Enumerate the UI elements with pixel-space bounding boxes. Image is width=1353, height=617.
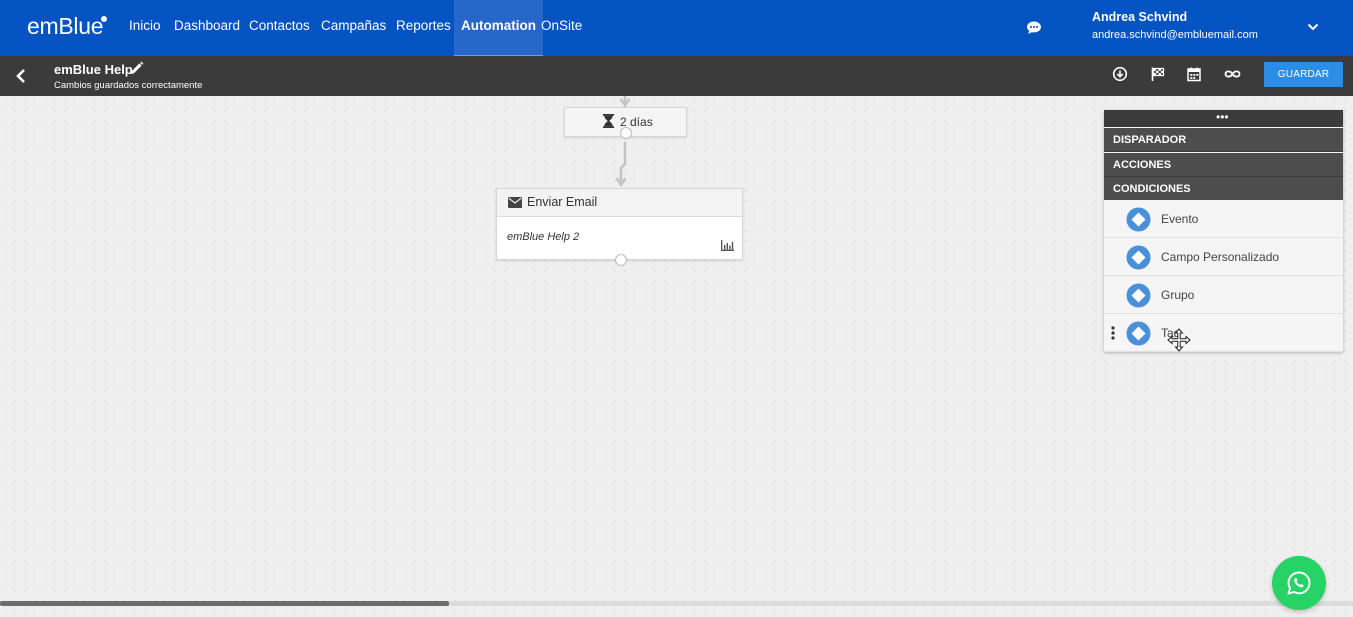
- user-email[interactable]: andrea.schvind@embluemail.com: [1092, 29, 1258, 41]
- section-disparador[interactable]: DISPARADOR: [1104, 128, 1343, 152]
- whatsapp-icon: [1287, 571, 1311, 595]
- email-output-port[interactable]: [615, 254, 627, 266]
- condition-item-campo-personalizado[interactable]: Campo Personalizado: [1104, 238, 1343, 276]
- nav-item-inicio[interactable]: Inicio: [129, 0, 161, 56]
- stats-icon[interactable]: [721, 240, 734, 251]
- envelope-icon: [508, 197, 522, 208]
- nav-item-onsite[interactable]: OnSite: [541, 0, 582, 56]
- nav-item-campanas[interactable]: Campañas: [321, 0, 386, 56]
- more-dots-icon: •••: [1216, 110, 1229, 124]
- flow-title: emBlue Help: [54, 62, 133, 77]
- section-condiciones[interactable]: CONDICIONES: [1104, 177, 1343, 201]
- whatsapp-button[interactable]: [1272, 556, 1326, 610]
- scrollbar-thumb[interactable]: [0, 601, 449, 606]
- nav-item-automation[interactable]: Automation: [454, 0, 543, 56]
- move-cursor-icon: [1167, 328, 1191, 352]
- wait-node[interactable]: 2 días: [564, 107, 687, 139]
- diamond-icon: [1126, 283, 1151, 308]
- email-node-campaign: emBlue Help 2: [507, 231, 580, 243]
- email-node[interactable]: Enviar Email emBlue Help 2: [496, 188, 743, 266]
- emblue-logo[interactable]: emBlue: [27, 13, 103, 40]
- nav-item-reportes[interactable]: Reportes: [396, 0, 451, 56]
- wait-output-port[interactable]: [620, 127, 632, 139]
- section-acciones[interactable]: ACCIONES: [1104, 153, 1343, 177]
- condition-item-tag[interactable]: Tag: [1104, 314, 1343, 352]
- drag-handle-icon[interactable]: [1111, 326, 1115, 340]
- infinity-icon[interactable]: [1223, 66, 1242, 82]
- chat-icon[interactable]: [1026, 20, 1042, 36]
- chevron-down-icon[interactable]: [1306, 20, 1320, 34]
- condition-label: Evento: [1161, 212, 1199, 226]
- calendar-icon[interactable]: [1186, 66, 1202, 82]
- logo-dot: [101, 16, 107, 22]
- horizontal-scrollbar[interactable]: [0, 601, 1353, 606]
- nav-item-dashboard[interactable]: Dashboard: [174, 0, 240, 56]
- diamond-icon: [1126, 321, 1151, 346]
- email-node-header: Enviar Email: [497, 189, 742, 217]
- download-icon[interactable]: [1112, 66, 1128, 82]
- condition-label: Campo Personalizado: [1161, 250, 1280, 264]
- nav-item-contactos[interactable]: Contactos: [249, 0, 310, 56]
- top-nav: emBlue Inicio Dashboard Contactos Campañ…: [0, 0, 1353, 56]
- diamond-icon: [1126, 245, 1151, 270]
- components-panel: ••• DISPARADOR ACCIONES CONDICIONES Even…: [1104, 110, 1343, 352]
- user-name[interactable]: Andrea Schvind: [1092, 10, 1187, 24]
- email-node-title: Enviar Email: [527, 195, 598, 209]
- diamond-icon: [1126, 207, 1151, 232]
- save-button[interactable]: GUARDAR: [1264, 62, 1343, 87]
- hourglass-icon: [603, 114, 614, 128]
- save-status: Cambios guardados correctamente: [54, 80, 203, 91]
- condition-label: Grupo: [1161, 288, 1195, 302]
- condition-item-grupo[interactable]: Grupo: [1104, 276, 1343, 314]
- flag-icon[interactable]: [1150, 66, 1166, 82]
- pencil-icon[interactable]: [129, 61, 144, 76]
- flow-header: emBlue Help Cambios guardados correctame…: [0, 56, 1353, 96]
- back-arrow-icon[interactable]: [14, 68, 28, 84]
- panel-drag-handle[interactable]: •••: [1104, 110, 1343, 127]
- condition-item-evento[interactable]: Evento: [1104, 200, 1343, 238]
